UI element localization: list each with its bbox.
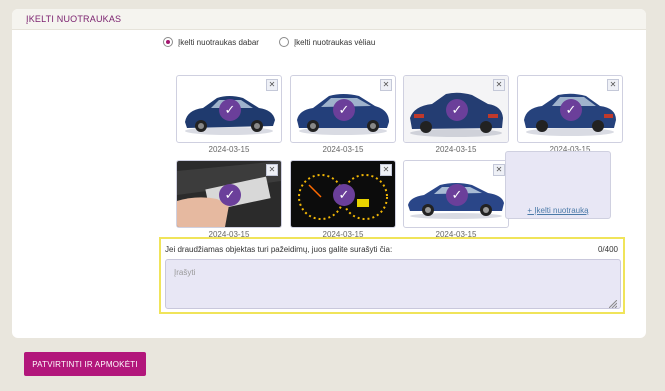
radio-upload-now-dot[interactable] xyxy=(163,37,173,47)
remove-photo-close-icon[interactable]: ✕ xyxy=(266,79,278,91)
character-counter: 0/400 xyxy=(597,245,618,254)
remove-photo-close-icon[interactable]: ✕ xyxy=(493,164,505,176)
add-photo-link[interactable]: + Įkelti nuotrauką xyxy=(506,206,610,215)
radio-upload-later-dot[interactable] xyxy=(278,37,289,47)
radio-upload-later[interactable]: Įkelti nuotraukas vėliau xyxy=(278,37,376,47)
selected-check-icon: ✓ xyxy=(219,99,241,121)
panel-title: ĮKELTI NUOTRAUKAS xyxy=(26,14,122,24)
damage-description-textarea[interactable] xyxy=(165,259,621,309)
damage-description-section: Jei draudžiamas objektas turi pažeidimų,… xyxy=(159,237,625,314)
remove-photo-close-icon[interactable]: ✕ xyxy=(380,164,392,176)
selected-check-icon: ✓ xyxy=(446,99,468,121)
radio-upload-now-label: Įkelti nuotraukas dabar xyxy=(178,37,259,47)
photo-thumbnail[interactable]: ✓ ✕ xyxy=(290,75,396,143)
selected-check-icon: ✓ xyxy=(560,99,582,121)
selected-check-icon: ✓ xyxy=(333,99,355,121)
photo-thumbnail[interactable]: ✓ ✕ xyxy=(176,160,282,228)
selected-check-icon: ✓ xyxy=(446,184,468,206)
photo-thumbnail[interactable]: ✓ ✕ xyxy=(176,75,282,143)
damage-description-label: Jei draudžiamas objektas turi pažeidimų,… xyxy=(165,245,393,254)
resize-handle-icon[interactable] xyxy=(609,300,617,308)
photo-thumbnail[interactable]: ✓ ✕ xyxy=(290,160,396,228)
photo-date: 2024-03-15 xyxy=(435,145,477,154)
photo-thumbnail[interactable]: ✓ ✕ xyxy=(403,75,509,143)
selected-check-icon: ✓ xyxy=(219,184,241,206)
photo-date: 2024-03-15 xyxy=(208,145,250,154)
add-photo-slot[interactable]: + Įkelti nuotrauką xyxy=(505,151,611,219)
selected-check-icon: ✓ xyxy=(333,184,355,206)
photo-thumbnail[interactable]: ✓ ✕ xyxy=(403,160,509,228)
upload-mode-radio-group: Įkelti nuotraukas dabar Įkelti nuotrauka… xyxy=(163,37,395,47)
remove-photo-close-icon[interactable]: ✕ xyxy=(380,79,392,91)
remove-photo-close-icon[interactable]: ✕ xyxy=(266,164,278,176)
radio-upload-later-label: Įkelti nuotraukas vėliau xyxy=(293,37,376,47)
confirm-and-pay-button[interactable]: PATVIRTINTI IR APMOKĖTI xyxy=(24,352,146,376)
photo-thumbnail[interactable]: ✓ ✕ xyxy=(517,75,623,143)
radio-upload-now[interactable]: Įkelti nuotraukas dabar xyxy=(163,37,259,47)
remove-photo-close-icon[interactable]: ✕ xyxy=(607,79,619,91)
remove-photo-close-icon[interactable]: ✕ xyxy=(493,79,505,91)
photo-date: 2024-03-15 xyxy=(322,145,364,154)
